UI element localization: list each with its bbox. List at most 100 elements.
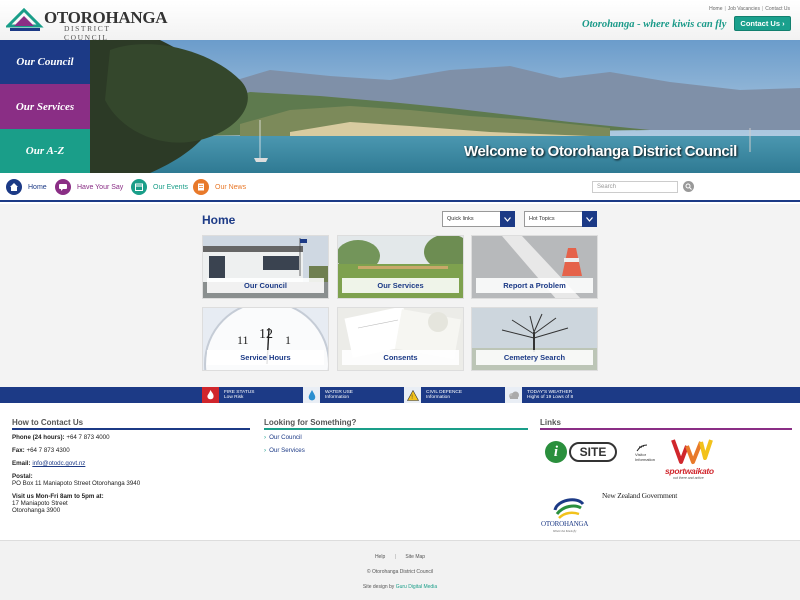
fire-icon xyxy=(202,387,219,403)
sport-waikato-wordmark: sportwaikato xyxy=(665,466,714,476)
site-logo[interactable]: OTOROHANGA DISTRICT COUNCIL xyxy=(6,4,168,42)
hero-banner: Our Council Our Services Our A-Z Welcome… xyxy=(0,40,800,173)
civil-defence-icon: ! xyxy=(404,387,421,403)
main-nav: Home Have Your Say Our Events Our News S… xyxy=(0,173,800,202)
tile-label: Our Services xyxy=(342,278,459,293)
footer-link-site-map[interactable]: Site Map xyxy=(405,554,425,560)
nav-home-label: Home xyxy=(28,183,47,191)
tile-consents[interactable]: Consents xyxy=(337,307,464,371)
postal-address: PO Box 11 Maniapoto Street Otorohanga 39… xyxy=(12,480,141,487)
otorohanga-logo[interactable]: OTOROHANGA Where the Kiwis fly xyxy=(541,496,599,536)
hot-topics-value: Hot Topics xyxy=(529,216,555,222)
fire-status[interactable]: FIRE STATUS Low Risk xyxy=(202,387,254,403)
speech-bubble-icon xyxy=(55,179,71,195)
phone-value: +64 7 873 4000 xyxy=(66,434,110,441)
water-use[interactable]: WATER USE Information xyxy=(303,387,353,403)
nav-our-news[interactable]: Our News xyxy=(193,179,246,195)
tile-label: Consents xyxy=(342,350,459,365)
civil-defence[interactable]: ! CIVIL DEFENCE Information xyxy=(404,387,462,403)
footer-link-help[interactable]: Help xyxy=(375,554,385,560)
contact-us-button[interactable]: Contact Us › xyxy=(734,16,791,31)
quick-links-select[interactable]: Quick links xyxy=(442,211,515,227)
sport-waikato-figures-icon xyxy=(671,439,713,464)
tab-our-council[interactable]: Our Council xyxy=(0,40,90,84)
quick-links-value: Quick links xyxy=(447,216,474,222)
nav-our-news-label: Our News xyxy=(215,183,247,191)
tile-cemetery-search[interactable]: Cemetery Search xyxy=(471,307,598,371)
page-title: Home xyxy=(202,213,236,227)
svg-text:11: 11 xyxy=(237,333,249,347)
looking-divider xyxy=(264,428,528,430)
calendar-icon xyxy=(131,179,147,195)
sport-waikato-logo[interactable]: sportwaikato out there and active xyxy=(665,436,725,482)
looking-link-our-services[interactable]: › Our Services xyxy=(264,447,305,454)
nav-our-events[interactable]: Our Events xyxy=(131,179,188,195)
tile-label: Report a Problem xyxy=(476,278,593,293)
water-use-title: WATER USE xyxy=(325,389,353,395)
isite-logo[interactable]: i SITE xyxy=(545,440,623,464)
nav-have-your-say-label: Have Your Say xyxy=(77,183,124,191)
visit-address-line1: 17 Maniapoto Street xyxy=(12,500,68,507)
search-button[interactable] xyxy=(683,181,694,192)
tab-our-a-z[interactable]: Our A-Z xyxy=(0,129,90,173)
civil-defence-title: CIVIL DEFENCE xyxy=(426,389,463,395)
tile-service-hours[interactable]: 12 1 11 Service Hours xyxy=(202,307,329,371)
top-links: Home | Job Vacancies | Contact Us xyxy=(709,6,790,12)
fire-status-title: FIRE STATUS xyxy=(224,389,255,395)
weather-cloud-icon xyxy=(505,387,522,403)
visit-address-line2: Otorohanga 3900 xyxy=(12,507,61,514)
todays-weather[interactable]: TODAY'S WEATHER Highs of 19 Lows of 8 xyxy=(505,387,573,403)
otorohanga-swoosh-icon xyxy=(553,498,585,519)
svg-text:1: 1 xyxy=(285,333,291,347)
tile-our-services[interactable]: Our Services xyxy=(337,235,464,299)
visitor-information-logo[interactable]: Visitor Information xyxy=(633,444,663,466)
email-link[interactable]: info@otodc.govt.nz xyxy=(32,460,85,467)
top-link-job-vacancies[interactable]: Job Vacancies xyxy=(728,6,760,12)
weather-value: Highs of 19 Lows of 8 xyxy=(527,395,574,400)
sport-waikato-tagline: out there and active xyxy=(673,476,704,480)
copyright: © Otorohanga District Council xyxy=(366,569,434,575)
welcome-heading: Welcome to Otorohanga District Council xyxy=(464,143,737,160)
nav-home[interactable]: Home xyxy=(6,179,47,195)
tile-label: Our Council xyxy=(207,278,324,293)
hot-topics-select[interactable]: Hot Topics xyxy=(524,211,597,227)
site-footer: Help | Site Map © Otorohanga District Co… xyxy=(0,540,800,600)
tab-our-services[interactable]: Our Services xyxy=(0,84,90,129)
search-input[interactable]: Search xyxy=(592,181,678,193)
search-icon xyxy=(685,183,692,190)
main-content: Home Quick links Hot Topics Our Council xyxy=(0,204,800,387)
tile-our-council[interactable]: Our Council xyxy=(202,235,329,299)
isite-wordmark: SITE xyxy=(569,442,617,462)
tagline: Otorohanga - where kiwis can fly xyxy=(582,19,727,30)
email-label: Email: xyxy=(12,460,31,467)
looking-link-our-council[interactable]: › Our Council xyxy=(264,434,305,441)
news-icon xyxy=(193,179,209,195)
otorohanga-wordmark: OTOROHANGA xyxy=(541,520,589,528)
top-link-contact-us[interactable]: Contact Us xyxy=(765,6,790,12)
nz-government-logo[interactable]: New Zealand Government xyxy=(602,491,677,500)
fax-value: +64 7 873 4300 xyxy=(26,447,70,454)
visit-label: Visit us Mon-Fri 8am to 5pm at: xyxy=(12,493,104,500)
info-strip: FIRE STATUS Low Risk WATER USE Information… xyxy=(0,387,800,403)
nav-our-events-label: Our Events xyxy=(153,183,189,191)
links-divider xyxy=(540,428,792,430)
fern-icon xyxy=(636,444,648,452)
looking-links: › Our Council › Our Services xyxy=(264,434,305,460)
visitor-info-text: Visitor Information xyxy=(635,452,656,462)
tile-report-a-problem[interactable]: Report a Problem xyxy=(471,235,598,299)
weather-title: TODAY'S WEATHER xyxy=(527,389,573,395)
top-link-home[interactable]: Home xyxy=(709,6,722,12)
tile-label: Service Hours xyxy=(207,350,324,365)
water-drop-icon xyxy=(303,387,320,403)
chevron-down-icon xyxy=(500,211,515,227)
site-header: OTOROHANGA DISTRICT COUNCIL Home | Job Vac… xyxy=(0,0,800,42)
otorohanga-tagline: Where the Kiwis fly xyxy=(553,529,577,533)
design-credit-link[interactable]: Guru Digital Media xyxy=(396,584,437,590)
contact-divider xyxy=(12,428,250,430)
postal-label: Postal: xyxy=(12,473,33,480)
water-use-value: Information xyxy=(325,395,349,400)
design-credit-prefix: Site design by xyxy=(362,584,395,590)
logo-mark-icon xyxy=(6,7,44,31)
chevron-down-icon xyxy=(582,211,597,227)
nav-have-your-say[interactable]: Have Your Say xyxy=(55,179,123,195)
